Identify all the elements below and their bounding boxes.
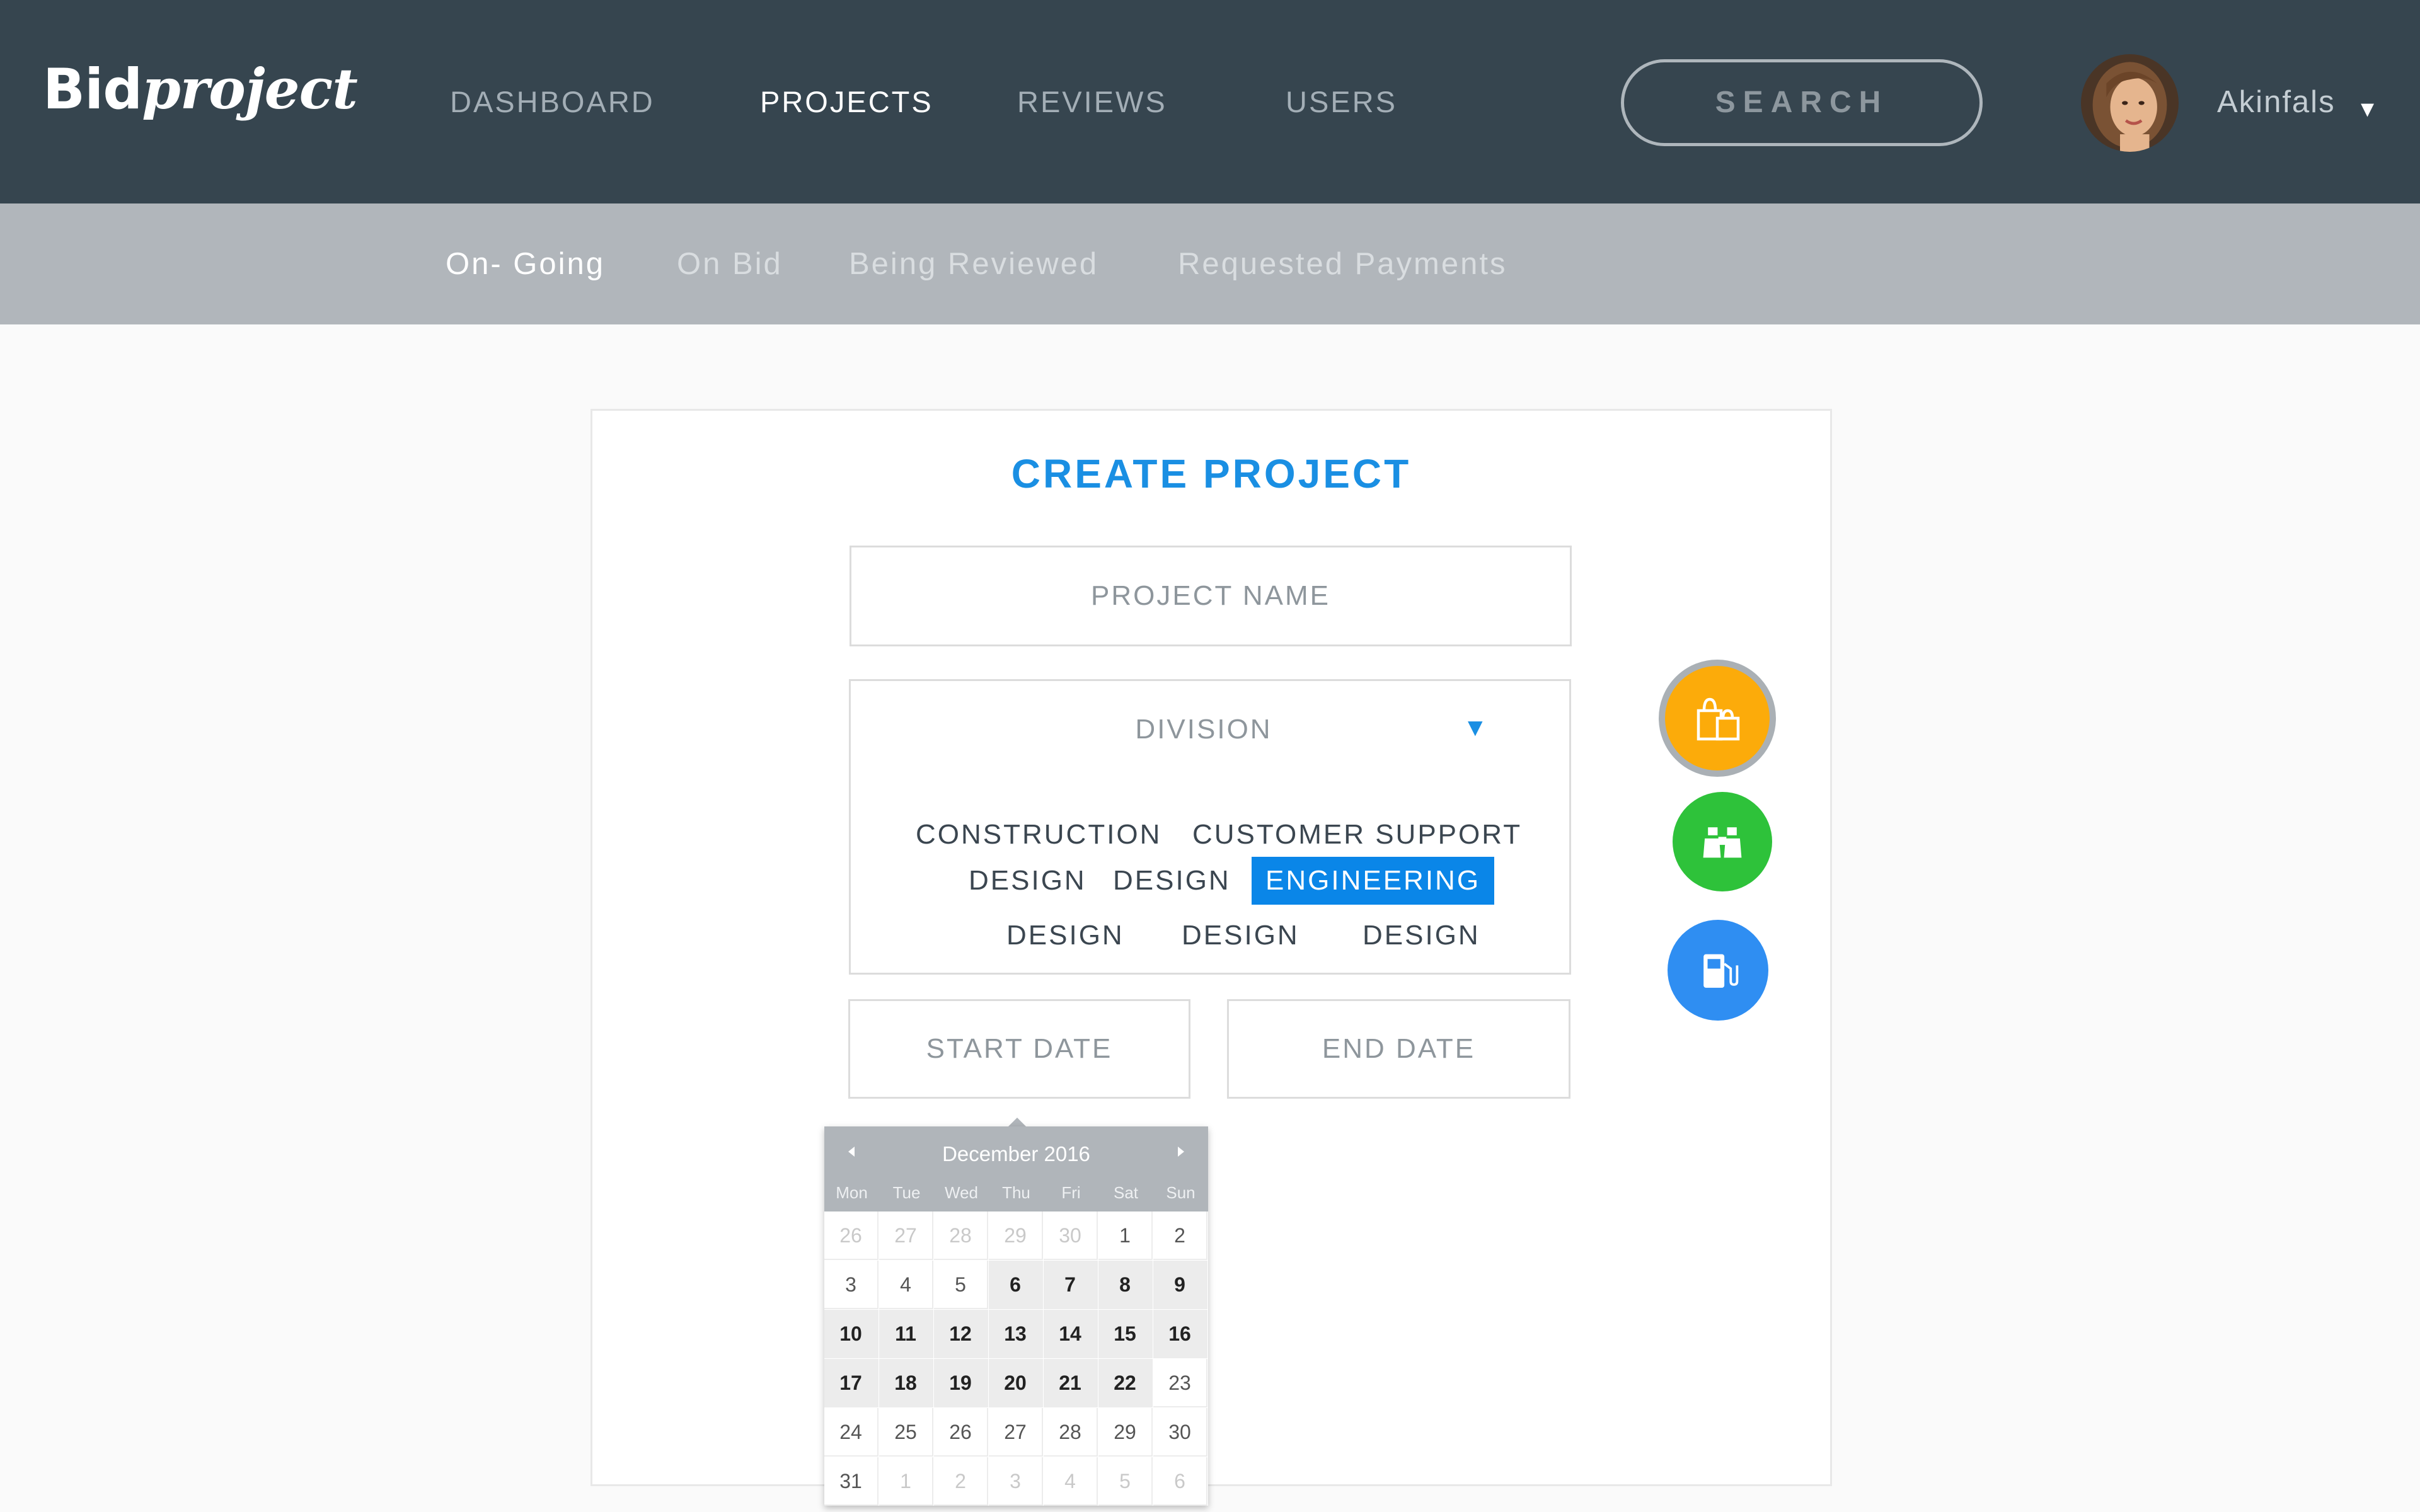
calendar-day[interactable]: 28 <box>1044 1408 1098 1457</box>
calendar-day[interactable]: 24 <box>824 1408 879 1457</box>
nav-projects[interactable]: PROJECTS <box>760 83 933 121</box>
subnav-ongoing[interactable]: On- Going <box>446 244 605 284</box>
calendar-day[interactable]: 29 <box>1098 1408 1153 1457</box>
calendar-day[interactable]: 25 <box>879 1408 933 1457</box>
fuel-fab-button[interactable] <box>1668 920 1768 1021</box>
division-options-list: CONSTRUCTION CUSTOMER SUPPORT DESIGN DES… <box>849 778 1571 975</box>
user-name[interactable]: Akinfals <box>2217 83 2336 121</box>
calendar-day[interactable]: 16 <box>1153 1310 1207 1358</box>
calendar-day-outside-month[interactable]: 3 <box>989 1457 1043 1506</box>
subnav-being-reviewed[interactable]: Being Reviewed <box>849 244 1098 284</box>
division-option-engineering[interactable]: ENGINEERING <box>1252 857 1495 905</box>
subnav-requested-payments[interactable]: Requested Payments <box>1178 244 1507 284</box>
datepicker-month-label: December 2016 <box>942 1142 1090 1166</box>
weekday-label: Sat <box>1113 1183 1139 1202</box>
calendar-day[interactable]: 12 <box>934 1310 988 1358</box>
top-navigation-bar: Bidproject DASHBOARD PROJECTS REVIEWS US… <box>0 0 2420 203</box>
calendar-day[interactable]: 10 <box>824 1310 879 1358</box>
calendar-day[interactable]: 2 <box>1153 1211 1207 1260</box>
project-name-input[interactable]: PROJECT NAME <box>850 546 1572 646</box>
search-button[interactable]: SEARCH <box>1621 59 1983 146</box>
datepicker: December 2016 Mon Tue Wed Thu Fri Sat Sun 26 27… <box>824 1126 1208 1506</box>
avatar-photo-icon <box>2081 54 2179 152</box>
binoculars-icon <box>1703 827 1742 858</box>
calendar-day[interactable]: 3 <box>824 1261 879 1309</box>
calendar-day[interactable]: 6 <box>989 1261 1043 1309</box>
page-title: CREATE PROJECT <box>1011 451 1412 496</box>
calendar-day[interactable]: 26 <box>934 1408 988 1457</box>
calendar-day[interactable]: 7 <box>1044 1261 1098 1309</box>
calendar-day-outside-month[interactable]: 1 <box>879 1457 933 1506</box>
division-option-customer-support[interactable]: CUSTOMER SUPPORT <box>1192 811 1522 859</box>
division-option-design[interactable]: DESIGN <box>969 857 1086 905</box>
division-option-design[interactable]: DESIGN <box>1182 912 1299 959</box>
calendar-day[interactable]: 27 <box>989 1408 1043 1457</box>
calendar-day[interactable]: 20 <box>989 1359 1043 1407</box>
calendar-day-outside-month[interactable]: 27 <box>879 1211 933 1260</box>
logo-bold-text: Bid <box>43 57 142 122</box>
datepicker-header: December 2016 Mon Tue Wed Thu Fri Sat Sun <box>824 1126 1208 1211</box>
calendar-day[interactable]: 31 <box>824 1457 879 1506</box>
calendar-day-outside-month[interactable]: 2 <box>934 1457 988 1506</box>
dropdown-caret-icon[interactable]: ▼ <box>1463 712 1488 743</box>
chevron-right-icon <box>1178 1147 1184 1157</box>
user-avatar[interactable] <box>2081 54 2179 152</box>
start-date-input[interactable]: START DATE <box>848 999 1190 1099</box>
weekday-label: Thu <box>1002 1183 1030 1202</box>
weekday-label: Tue <box>892 1183 921 1202</box>
division-option-design[interactable]: DESIGN <box>1363 912 1480 959</box>
subnav-on-bid[interactable]: On Bid <box>677 244 783 284</box>
logo-italic-text: project <box>142 56 358 122</box>
calendar-day[interactable]: 18 <box>879 1359 933 1407</box>
calendar-day[interactable]: 4 <box>879 1261 933 1309</box>
division-option-design[interactable]: DESIGN <box>1113 857 1231 905</box>
weekday-label: Fri <box>1061 1183 1081 1202</box>
calendar-day[interactable]: 22 <box>1098 1359 1153 1407</box>
calendar-day[interactable]: 5 <box>934 1261 988 1309</box>
calendar-day[interactable]: 30 <box>1153 1408 1207 1457</box>
calendar-day-outside-month[interactable]: 6 <box>1153 1457 1207 1506</box>
projects-sub-navigation: On- Going On Bid Being Reviewed Requeste… <box>0 203 2420 324</box>
calendar-day[interactable]: 21 <box>1044 1359 1098 1407</box>
calendar-day[interactable]: 14 <box>1044 1310 1098 1358</box>
division-option-design[interactable]: DESIGN <box>1006 912 1124 959</box>
calendar-day-outside-month[interactable]: 4 <box>1044 1457 1098 1506</box>
weekday-label: Wed <box>945 1183 978 1202</box>
calendar-day-outside-month[interactable]: 28 <box>934 1211 988 1260</box>
calendar-day[interactable]: 15 <box>1098 1310 1153 1358</box>
weekday-label: Sun <box>1166 1183 1196 1202</box>
calendar-day[interactable]: 19 <box>934 1359 988 1407</box>
calendar-day[interactable]: 23 <box>1153 1359 1207 1407</box>
calendar-day[interactable]: 1 <box>1098 1211 1153 1260</box>
fuel-pump-icon <box>1703 954 1739 988</box>
nav-users[interactable]: USERS <box>1286 83 1397 121</box>
division-option-construction[interactable]: CONSTRUCTION <box>916 811 1161 859</box>
weekday-label: Mon <box>836 1183 868 1202</box>
shopping-bag-icon <box>1697 697 1740 741</box>
nav-reviews[interactable]: REVIEWS <box>1017 83 1167 121</box>
nav-dashboard[interactable]: DASHBOARD <box>450 83 655 121</box>
calendar-day-outside-month[interactable]: 5 <box>1098 1457 1153 1506</box>
calendar-day-outside-month[interactable]: 26 <box>824 1211 879 1260</box>
calendar-day[interactable]: 17 <box>824 1359 879 1407</box>
end-date-input[interactable]: END DATE <box>1227 999 1570 1099</box>
bidproject-logo[interactable]: Bidproject <box>43 54 358 124</box>
calendar-day[interactable]: 9 <box>1153 1261 1207 1309</box>
next-month-button[interactable] <box>1168 1139 1193 1164</box>
user-menu-caret-icon[interactable]: ▾ <box>2361 89 2374 127</box>
binoculars-fab-button[interactable] <box>1673 792 1772 891</box>
shopping-fab-button[interactable] <box>1659 660 1776 777</box>
calendar-day[interactable]: 8 <box>1098 1261 1153 1309</box>
calendar-day[interactable]: 13 <box>989 1310 1043 1358</box>
calendar-day[interactable]: 11 <box>879 1310 933 1358</box>
calendar-day-outside-month[interactable]: 29 <box>989 1211 1043 1260</box>
calendar-day-outside-month[interactable]: 30 <box>1044 1211 1098 1260</box>
